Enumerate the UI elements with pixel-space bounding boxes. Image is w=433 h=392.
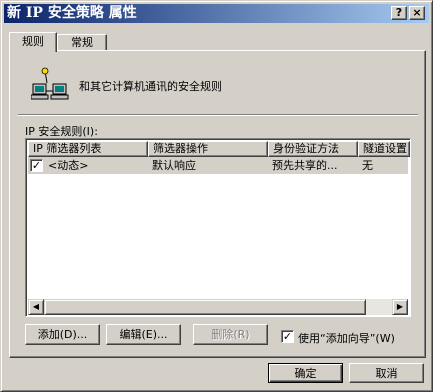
column-header-tunnel-setting[interactable]: 隧道设置	[358, 141, 410, 157]
add-button[interactable]: 添加(D)...	[25, 324, 100, 345]
rule-tunnel-setting: 无	[362, 159, 373, 172]
scroll-left-icon[interactable]: ◀	[28, 299, 44, 315]
tab-general[interactable]: 常规	[57, 34, 107, 50]
use-add-wizard-label: 使用“添加向导”(W)	[298, 332, 395, 345]
separator	[18, 114, 418, 116]
title-bar[interactable]: 新 IP 安全策略 属性 ? ×	[4, 4, 429, 23]
scroll-right-icon[interactable]: ▶	[392, 299, 408, 315]
rule-filter-list: <动态>	[48, 159, 89, 172]
tab-rules[interactable]: 规则	[9, 32, 57, 52]
use-add-wizard-checkbox[interactable]: ✓	[281, 330, 294, 343]
network-computers-icon	[31, 67, 69, 100]
help-button[interactable]: ?	[391, 6, 407, 20]
column-header-filter-action[interactable]: 筛选器操作	[148, 141, 268, 157]
horizontal-scrollbar[interactable]: ◀ ▶	[28, 299, 408, 315]
remove-button[interactable]: 删除(R)	[193, 324, 268, 345]
dialog-window: 新 IP 安全策略 属性 ? × 规则 常规 和其它计算机通讯的安全规则 IP …	[0, 0, 433, 392]
table-row[interactable]: ✓ <动态> 默认响应 预先共享的... 无	[28, 157, 408, 174]
ok-button[interactable]: 确定	[268, 363, 343, 383]
tab-general-label: 常规	[71, 36, 93, 49]
scroll-thumb[interactable]	[44, 299, 366, 315]
rule-auth-method: 预先共享的...	[272, 159, 338, 172]
window-title: 新 IP 安全策略 属性	[7, 5, 137, 21]
tab-rules-label: 规则	[22, 35, 44, 48]
column-header-filter-list[interactable]: IP 筛选器列表	[28, 141, 148, 157]
rule-enabled-checkbox[interactable]: ✓	[30, 159, 43, 172]
rule-filter-action: 默认响应	[152, 159, 196, 172]
cancel-button[interactable]: 取消	[349, 363, 424, 383]
edit-button[interactable]: 编辑(E)...	[106, 324, 181, 345]
ip-security-rules-label: IP 安全规则(I):	[25, 125, 98, 138]
ip-security-rules-list[interactable]: IP 筛选器列表 筛选器操作 身份验证方法 隧道设置 ✓ <动态> 默认响应 预…	[25, 138, 411, 317]
rules-description: 和其它计算机通讯的安全规则	[79, 80, 222, 93]
column-header-auth-method[interactable]: 身份验证方法	[268, 141, 358, 157]
close-button[interactable]: ×	[409, 6, 425, 20]
